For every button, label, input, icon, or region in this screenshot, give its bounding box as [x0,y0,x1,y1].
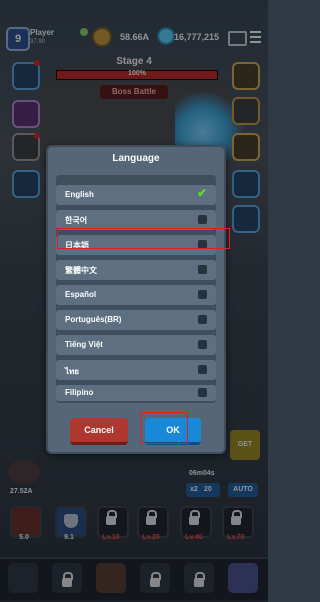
language-label: Español [65,290,97,299]
language-label: Português(BR) [65,315,122,324]
language-label: ไทย [65,367,79,376]
language-option-korean[interactable]: 한국어 [56,210,216,230]
language-label: 한국어 [65,216,88,225]
language-option-vietnamese[interactable]: Tiếng Việt [56,335,216,355]
check-icon: ✔ [197,186,208,200]
language-label: 繁體中文 [65,266,97,275]
language-dialog: Language English ✔ 한국어 日本語 繁體中文 Español … [46,145,226,454]
language-option-filipino[interactable]: Filipino [56,385,216,401]
language-list: English ✔ 한국어 日本語 繁體中文 Español Português… [56,175,216,403]
checkbox[interactable] [198,365,207,374]
checkbox[interactable] [198,265,207,274]
checkbox[interactable] [198,315,207,324]
language-option-thai[interactable]: ไทย [56,360,216,380]
checkbox[interactable] [198,215,207,224]
language-option-portuguese[interactable]: Português(BR) [56,310,216,330]
language-label: Tiếng Việt [65,340,103,349]
dialog-title: Language [112,153,160,164]
checkbox[interactable] [198,340,207,349]
cancel-button[interactable]: Cancel [70,418,128,445]
highlight-box-ok [140,412,188,444]
highlight-box-traditional-chinese [57,228,230,249]
language-option-english[interactable]: English ✔ [56,185,216,205]
checkbox[interactable] [198,388,207,397]
language-label: Filipino [65,388,94,397]
language-label: English [65,190,94,199]
language-option-traditional-chinese[interactable]: 繁體中文 [56,260,216,280]
checkbox[interactable] [198,290,207,299]
language-option-spanish[interactable]: Español [56,285,216,305]
